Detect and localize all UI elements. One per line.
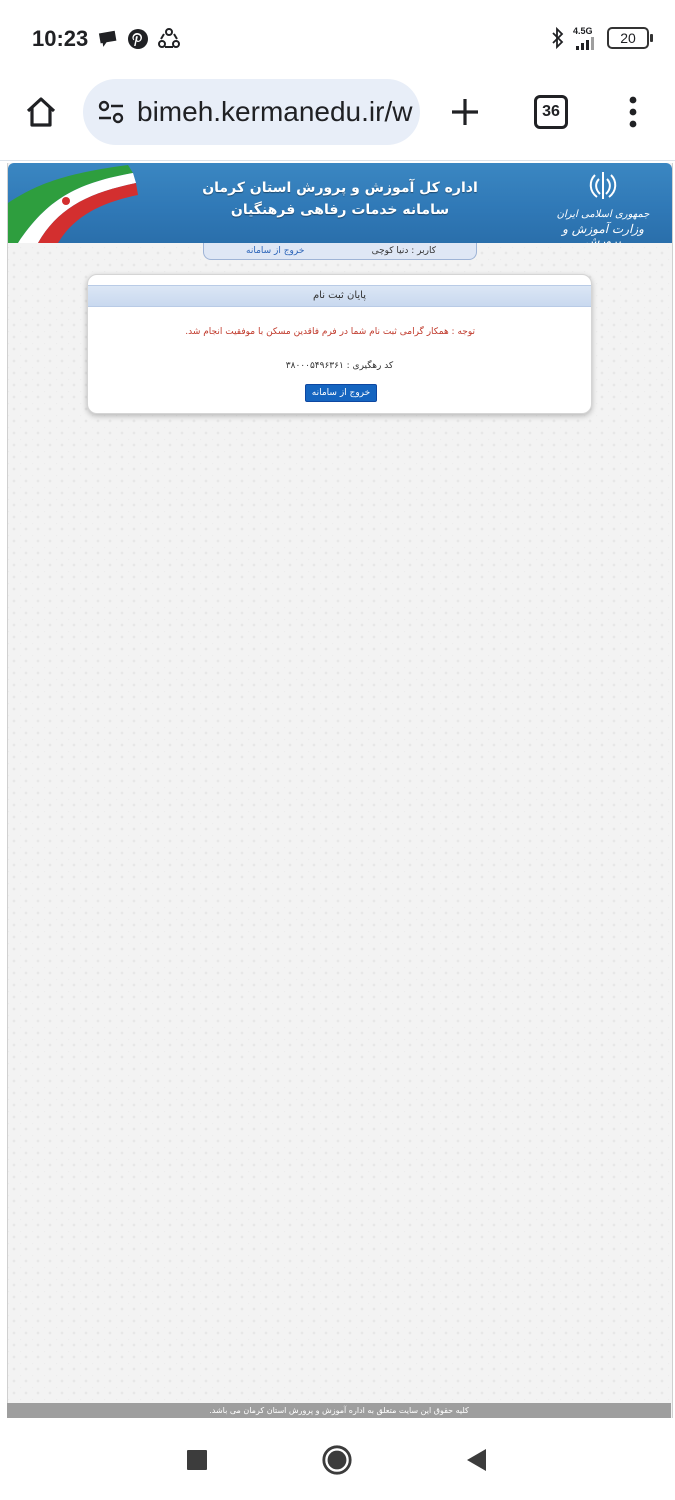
- sync-icon: [158, 28, 180, 48]
- pinterest-icon: [128, 29, 148, 49]
- new-tab-button[interactable]: [441, 88, 489, 136]
- success-notice: توجه : همکار گرامی ثبت نام شما در فرم فا…: [185, 327, 475, 337]
- tab-switcher-icon: 36: [534, 95, 568, 129]
- home-icon: [26, 97, 56, 127]
- tab-switcher-button[interactable]: 36: [527, 88, 575, 136]
- home-circle-icon: [322, 1445, 352, 1475]
- user-label: کاربر : دنیا کوچی: [371, 246, 436, 256]
- web-viewport[interactable]: اداره کل آموزش و پرورش استان کرمان سامان…: [0, 160, 675, 1419]
- tab-count: 36: [542, 103, 560, 120]
- site-page: اداره کل آموزش و پرورش استان کرمان سامان…: [7, 163, 673, 1418]
- emblem-line-2: وزارت آموزش و پرورش: [562, 222, 644, 243]
- system-nav-bar: [0, 1418, 675, 1500]
- clock: 10:23: [32, 26, 89, 51]
- bluetooth-icon: [552, 26, 564, 50]
- chat-bubble-icon: [98, 30, 117, 47]
- logout-link[interactable]: خروج از سامانه: [246, 243, 304, 259]
- new-tab-icon: [452, 99, 478, 125]
- site-banner: اداره کل آموزش و پرورش استان کرمان سامان…: [8, 163, 672, 243]
- recents-button[interactable]: [181, 1444, 213, 1476]
- address-bar[interactable]: bimeh.kermanedu.ir/w: [83, 79, 420, 145]
- signal-icon: [576, 36, 594, 50]
- menu-icon: [629, 96, 637, 128]
- home-button[interactable]: [17, 88, 65, 136]
- emblem-icon: [589, 172, 617, 199]
- status-bar: 10:23 4.5G 20: [0, 0, 675, 80]
- recents-square-icon: [187, 1450, 207, 1470]
- home-nav-button[interactable]: [321, 1444, 353, 1476]
- user-bar: کاربر : دنیا کوچی خروج از سامانه: [203, 243, 477, 260]
- back-button[interactable]: [460, 1444, 492, 1476]
- card-title: پایان ثبت نام: [88, 285, 591, 307]
- emblem-line-1: جمهوری اسلامی ایران: [556, 209, 650, 220]
- site-footer: کلیه حقوق این سایت متعلق به اداره آموزش …: [7, 1403, 671, 1418]
- menu-button[interactable]: [609, 88, 657, 136]
- browser-toolbar: bimeh.kermanedu.ir/w 36: [0, 76, 675, 148]
- network-type: 4.5G: [573, 25, 593, 36]
- exit-button[interactable]: خروج از سامانه: [305, 384, 377, 402]
- tracking-code: کد رهگیری : ۳۸۰۰۰۵۴۹۶۳۶۱: [285, 361, 394, 371]
- ministry-emblem: جمهوری اسلامی ایران وزارت آموزش و پرورش: [548, 169, 658, 243]
- battery-level: 20: [620, 30, 636, 46]
- status-right: 4.5G 20: [551, 25, 653, 50]
- url-text: bimeh.kermanedu.ir/w: [137, 96, 413, 127]
- battery-icon: 20: [607, 27, 653, 49]
- site-settings-icon[interactable]: [97, 98, 125, 126]
- back-triangle-icon: [467, 1449, 486, 1471]
- notification-icons: [97, 28, 181, 50]
- registration-complete-card: پایان ثبت نام توجه : همکار گرامی ثبت نام…: [87, 274, 592, 414]
